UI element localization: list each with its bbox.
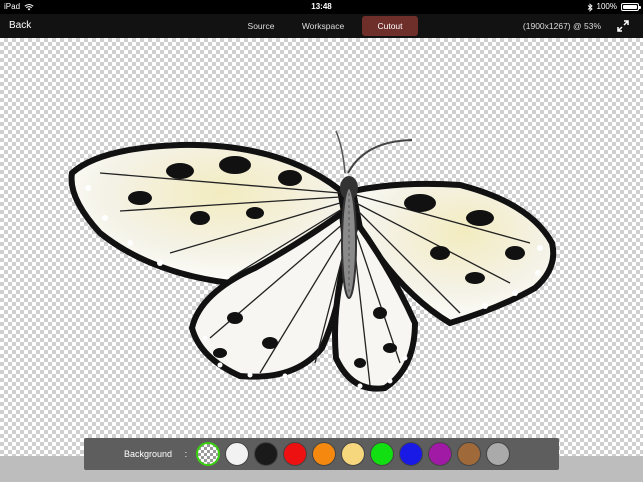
bluetooth-icon (587, 2, 593, 12)
swatch-blue[interactable] (399, 442, 423, 466)
tab-cutout[interactable]: Cutout (362, 16, 418, 36)
background-label-separator: : (184, 449, 188, 459)
image-size-zoom: (1900x1267) @ 53% (522, 21, 601, 31)
cutout-canvas[interactable] (0, 38, 643, 456)
swatch-green[interactable] (370, 442, 394, 466)
clock: 13:48 (311, 2, 332, 11)
expand-icon[interactable] (617, 20, 629, 32)
tab-source[interactable]: Source (238, 16, 284, 36)
battery-percent: 100% (596, 2, 617, 11)
tab-workspace[interactable]: Workspace (292, 16, 354, 36)
swatch-orange[interactable] (312, 442, 336, 466)
background-toolbar: Background : (84, 438, 559, 470)
swatch-transparent[interactable] (196, 442, 220, 466)
swatch-yellow[interactable] (341, 442, 365, 466)
background-swatches (196, 442, 510, 466)
butterfly-cutout-image (68, 130, 557, 392)
view-mode-tabs: Source Workspace Cutout (238, 16, 418, 36)
back-button[interactable]: Back (9, 14, 31, 38)
swatch-white[interactable] (225, 442, 249, 466)
swatch-black[interactable] (254, 442, 278, 466)
swatch-purple[interactable] (428, 442, 452, 466)
swatch-red[interactable] (283, 442, 307, 466)
background-label-text: Background (124, 449, 173, 459)
nav-bar: Back Source Workspace Cutout (1900x1267)… (0, 14, 643, 38)
status-bar: iPad 13:48 100% (0, 0, 643, 14)
battery-icon (621, 3, 641, 11)
background-label: Background : (124, 438, 187, 470)
swatch-gray[interactable] (486, 442, 510, 466)
swatch-brown[interactable] (457, 442, 481, 466)
status-right: 100% (587, 0, 641, 14)
